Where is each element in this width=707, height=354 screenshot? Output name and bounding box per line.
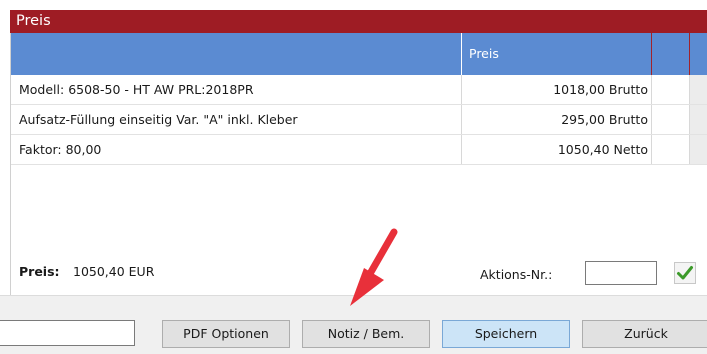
row-extra-cell [651,135,689,164]
row-description: Faktor: 80,00 [19,142,102,157]
column-header-divider [651,33,652,75]
table-row[interactable]: Modell: 6508-50 - HT AW PRL:2018PR 1018,… [11,75,707,105]
table-row[interactable]: Aufsatz-Füllung einseitig Var. "A" inkl.… [11,105,707,135]
table-row[interactable]: Faktor: 80,00 1050,40 Netto [11,135,707,165]
aktion-nr-input[interactable] [585,261,657,285]
row-description: Aufsatz-Füllung einseitig Var. "A" inkl.… [19,112,298,127]
save-button[interactable]: Speichern [442,320,570,348]
row-extra-cell [689,135,707,164]
summary-row: Preis: 1050,40 EUR Aktions-Nr.: [11,253,707,293]
confirm-button[interactable] [674,262,696,284]
row-price: 1018,00 Brutto [461,75,651,104]
price-panel: Preis Modell: 6508-50 - HT AW PRL:2018PR… [10,33,707,295]
table-header: Preis [11,33,707,75]
total-price-value: 1050,40 EUR [73,264,155,279]
row-extra-cell [689,75,707,104]
note-button[interactable]: Notiz / Bem. [302,320,430,348]
row-price: 1050,40 Netto [461,135,651,164]
row-extra-cell [651,105,689,134]
bottom-text-input[interactable] [0,320,135,346]
bottom-toolbar: PDF Optionen Notiz / Bem. Speichern Zurü… [0,295,707,354]
checkmark-icon [677,266,693,280]
window-title: Preis [16,13,51,29]
row-price: 295,00 Brutto [461,105,651,134]
aktion-nr-label: Aktions-Nr.: [480,267,553,282]
row-description: Modell: 6508-50 - HT AW PRL:2018PR [19,82,254,97]
column-header-divider [689,33,690,75]
row-extra-cell [651,75,689,104]
total-price-label: Preis: [19,264,60,279]
back-button[interactable]: Zurück [582,320,707,348]
row-extra-cell [689,105,707,134]
window-title-bar: Preis [10,10,707,33]
column-header-price[interactable]: Preis [461,33,651,75]
pdf-options-button[interactable]: PDF Optionen [162,320,290,348]
